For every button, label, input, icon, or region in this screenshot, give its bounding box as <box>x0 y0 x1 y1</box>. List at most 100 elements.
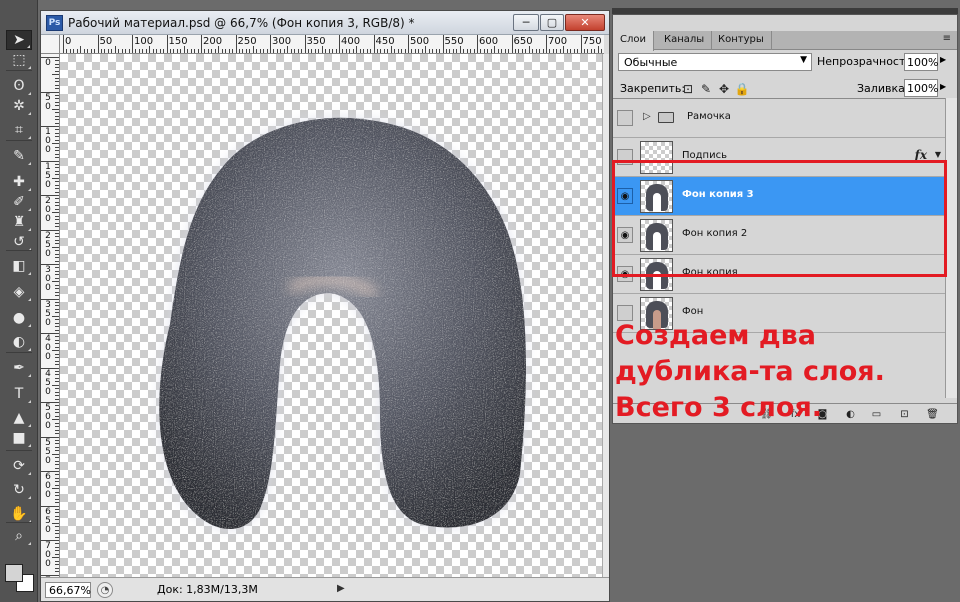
ruler-left-label: 400 <box>45 334 51 362</box>
lasso-tool-glyph: ʘ <box>13 78 25 94</box>
ruler-left-label: 0 <box>45 58 51 68</box>
3d-orbit-tool-glyph: ↻ <box>13 482 25 498</box>
hand-tool-icon[interactable]: ✋ <box>6 504 32 524</box>
zoom-field[interactable]: 66,67% <box>45 582 91 598</box>
foreground-color-swatch[interactable] <box>5 564 23 582</box>
fill-label: Заливка: <box>857 82 909 95</box>
tools-panel: ➤ ⬚ ʘ ✲ ⌗ ✎ ✚ ✐ ♜ ↺ ◧ ◈ ● ◐ ✒ T ▲ ■ ⟳ ↻ ✋ ⌕ <box>0 0 38 602</box>
blur-tool-glyph: ● <box>12 310 26 326</box>
status-bar: 66,67% ◔ Док: 1,83M/13,3M ▶ <box>41 577 609 601</box>
fill-field[interactable]: 100% <box>904 79 938 97</box>
paint-bucket-tool-glyph: ◈ <box>13 284 25 300</box>
ruler-left-label: 550 <box>45 437 51 466</box>
eyedropper-tool-glyph: ✎ <box>13 148 25 164</box>
layer-name: Фон <box>682 306 704 317</box>
opacity-label: Непрозрачность: <box>817 55 916 68</box>
fill-slider-arrow-icon[interactable]: ▶ <box>940 82 946 91</box>
history-brush-tool-glyph: ↺ <box>13 234 25 250</box>
lock-transparency-icon[interactable]: ⊡ <box>681 82 695 96</box>
path-selection-tool-glyph: ▲ <box>13 410 25 426</box>
marquee-tool-icon[interactable]: ⬚ <box>6 50 32 70</box>
fur-hat <box>159 117 526 529</box>
ruler-left-label: 100 <box>45 127 51 155</box>
document-canvas[interactable] <box>60 54 604 579</box>
3d-orbit-tool-icon[interactable]: ↻ <box>6 480 32 500</box>
ruler-top-label: 0 <box>65 36 72 47</box>
document-size: Док: 1,83M/13,3M <box>157 583 258 596</box>
visibility-toggle[interactable] <box>617 110 633 126</box>
clone-stamp-tool-glyph: ♜ <box>12 214 26 230</box>
ruler-left-label: 450 <box>45 368 51 397</box>
opacity-slider-arrow-icon[interactable]: ▶ <box>940 55 946 64</box>
close-button[interactable]: ✕ <box>565 14 605 31</box>
expand-group-icon[interactable]: ▷ <box>643 111 651 122</box>
lasso-tool-icon[interactable]: ʘ <box>6 76 32 96</box>
dodge-tool-icon[interactable]: ◐ <box>6 332 32 352</box>
ruler-left-label: 350 <box>45 299 51 328</box>
shape-tool-glyph: ■ <box>12 430 26 446</box>
ruler-left-label: 600 <box>45 472 51 500</box>
chevron-down-icon[interactable]: ▼ <box>935 150 941 159</box>
paint-bucket-tool-icon[interactable]: ◈ <box>6 282 32 302</box>
panel-menu-icon[interactable]: ≡ <box>943 33 951 44</box>
eraser-tool-icon[interactable]: ◧ <box>6 256 32 276</box>
ruler-left-label: 150 <box>45 161 51 190</box>
blend-mode-value: Обычные <box>624 56 678 69</box>
ruler-left-label: 700 <box>45 541 51 569</box>
ruler-origin[interactable] <box>41 35 60 54</box>
pen-tool-icon[interactable]: ✒ <box>6 358 32 378</box>
tab-layers[interactable]: Слои <box>613 31 654 51</box>
blend-mode-select[interactable]: Обычные ▼ <box>618 53 812 71</box>
ruler-vertical[interactable]: 0 50 100 150 200 250 300 350 400 450 500 550 600 650 7… <box>41 54 60 579</box>
3d-rotate-tool-icon[interactable]: ⟳ <box>6 456 32 476</box>
ruler-left-label: 300 <box>45 265 51 293</box>
type-tool-glyph: T <box>14 386 24 402</box>
status-menu-arrow-icon[interactable]: ▶ <box>337 583 345 594</box>
path-selection-tool-icon[interactable]: ▲ <box>6 408 32 428</box>
photoshop-logo-icon: Ps <box>46 15 63 31</box>
clone-stamp-tool-icon[interactable]: ♜ <box>6 212 32 232</box>
tab-paths[interactable]: Контуры <box>711 31 772 50</box>
lock-pixels-icon[interactable]: ✎ <box>699 82 713 96</box>
dodge-tool-glyph: ◐ <box>12 334 26 350</box>
magic-wand-tool-icon[interactable]: ✲ <box>6 96 32 116</box>
zoom-tool-icon[interactable]: ⌕ <box>6 526 32 546</box>
annotation-highlight-box <box>612 160 947 277</box>
lock-all-icon[interactable]: 🔒 <box>735 82 750 96</box>
lock-label: Закрепить: <box>620 82 686 95</box>
restore-button[interactable]: ▢ <box>540 14 564 31</box>
lock-position-icon[interactable]: ✥ <box>717 82 731 96</box>
magic-wand-tool-glyph: ✲ <box>13 98 25 114</box>
move-tool-icon[interactable]: ➤ <box>6 30 32 50</box>
history-brush-tool-icon[interactable]: ↺ <box>6 232 32 252</box>
healing-brush-tool-icon[interactable]: ✚ <box>6 172 32 192</box>
ruler-left-label: 250 <box>45 230 51 259</box>
move-tool-glyph: ➤ <box>13 32 25 48</box>
3d-rotate-tool-glyph: ⟳ <box>13 458 25 474</box>
blur-tool-icon[interactable]: ● <box>6 308 32 328</box>
marquee-tool-glyph: ⬚ <box>12 52 26 68</box>
ruler-top-label: 50 <box>99 36 113 47</box>
brush-tool-glyph: ✐ <box>13 194 25 210</box>
zoom-tool-glyph: ⌕ <box>15 528 23 544</box>
crop-tool-glyph: ⌗ <box>15 122 23 138</box>
status-info-icon[interactable]: ◔ <box>97 582 113 598</box>
layer-row[interactable]: ▷ Рамочка <box>613 99 945 138</box>
pen-tool-glyph: ✒ <box>13 360 25 376</box>
ruler-left-label: 650 <box>45 506 51 535</box>
ruler-left-label: 200 <box>45 196 51 224</box>
type-tool-icon[interactable]: T <box>6 384 32 404</box>
document-window: Ps Рабочий материал.psd @ 66,7% (Фон коп… <box>40 10 610 602</box>
opacity-field[interactable]: 100% <box>904 53 938 71</box>
vertical-scrollbar[interactable] <box>602 54 609 579</box>
minimize-button[interactable]: ─ <box>513 14 539 31</box>
crop-tool-icon[interactable]: ⌗ <box>6 120 32 140</box>
brush-tool-icon[interactable]: ✐ <box>6 192 32 212</box>
ruler-horizontal[interactable]: 0 50 100 150 200 250 300 350 400 450 500 550 600 650 7… <box>60 35 604 54</box>
tab-channels[interactable]: Каналы <box>657 31 713 50</box>
shape-tool-icon[interactable]: ■ <box>6 428 32 448</box>
document-titlebar[interactable]: Ps Рабочий материал.psd @ 66,7% (Фон коп… <box>41 11 609 35</box>
eyedropper-tool-icon[interactable]: ✎ <box>6 146 32 166</box>
hand-tool-glyph: ✋ <box>10 506 28 522</box>
chevron-down-icon: ▼ <box>800 55 807 65</box>
